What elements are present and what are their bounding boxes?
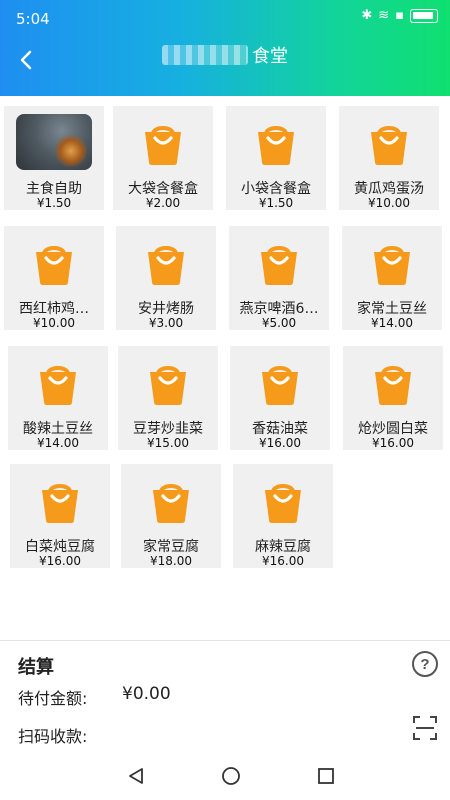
page-title-text: 食堂 (252, 46, 288, 67)
shopping-bag-icon (363, 118, 415, 170)
amount-label: 待付金额: (18, 689, 88, 708)
product-tile[interactable]: 燕京啤酒6… ¥5.00 (229, 226, 329, 330)
nav-recents-button[interactable] (314, 764, 338, 788)
product-tile[interactable]: 香菇油菜 ¥16.00 (230, 346, 330, 450)
product-tile[interactable]: 大袋含餐盒 ¥2.00 (113, 106, 213, 210)
product-price: ¥10.00 (33, 316, 75, 330)
product-name: 家常土豆丝 (357, 301, 427, 315)
shopping-bag-icon (254, 358, 306, 410)
product-tile[interactable]: 主食自助 ¥1.50 (4, 106, 104, 210)
product-tile[interactable]: 炝炒圆白菜 ¥16.00 (343, 346, 443, 450)
product-name: 大袋含餐盒 (128, 181, 198, 195)
product-name: 安井烤肠 (138, 301, 194, 315)
battery-icon (410, 8, 438, 23)
product-tile[interactable]: 白菜炖豆腐 ¥16.00 (10, 464, 110, 568)
bluetooth-icon: ✱ (361, 8, 373, 23)
shopping-bag-icon (253, 238, 305, 290)
checkout-panel: 结算 ? 待付金额: ¥0.00 扫码收款: (0, 640, 450, 750)
product-price: ¥16.00 (372, 436, 414, 450)
scan-label: 扫码收款: (18, 727, 88, 746)
status-bar: 5:04 ✱ ≋ ▪ (0, 0, 450, 36)
question-circle-icon[interactable]: ? (412, 651, 438, 677)
product-tile[interactable]: 豆芽炒韭菜 ¥15.00 (118, 346, 218, 450)
checkout-title: 结算 (18, 657, 54, 678)
shopping-bag-icon (32, 358, 84, 410)
product-tile[interactable]: 家常土豆丝 ¥14.00 (342, 226, 442, 330)
product-name: 白菜炖豆腐 (25, 539, 95, 553)
product-tile[interactable]: 小袋含餐盒 ¥1.50 (226, 106, 326, 210)
product-grid: 主食自助 ¥1.50 大袋含餐盒 ¥2.00 小袋含餐盒 ¥1.50 黄瓜鸡蛋汤 ¥10.00… (0, 96, 450, 636)
product-name: 黄瓜鸡蛋汤 (354, 181, 424, 195)
product-name: 西红柿鸡… (19, 301, 89, 315)
scan-frame-icon[interactable] (412, 715, 438, 741)
product-price: ¥14.00 (371, 316, 413, 330)
shopping-bag-icon (28, 238, 80, 290)
product-name: 小袋含餐盒 (241, 181, 311, 195)
product-tile[interactable]: 家常豆腐 ¥18.00 (121, 464, 221, 568)
product-name: 酸辣土豆丝 (23, 421, 93, 435)
product-name: 豆芽炒韭菜 (133, 421, 203, 435)
product-photo (16, 114, 92, 170)
product-name: 主食自助 (26, 180, 82, 195)
product-name: 家常豆腐 (143, 539, 199, 553)
product-price: ¥15.00 (147, 436, 189, 450)
shopping-bag-icon (34, 476, 86, 528)
product-price: ¥14.00 (37, 436, 79, 450)
shopping-bag-icon (250, 118, 302, 170)
circle-home-icon (222, 767, 240, 785)
product-price: ¥16.00 (262, 554, 304, 568)
product-tile[interactable]: 酸辣土豆丝 ¥14.00 (8, 346, 108, 450)
product-name: 炝炒圆白菜 (358, 421, 428, 435)
product-tile[interactable]: 西红柿鸡… ¥10.00 (4, 226, 104, 330)
shopping-bag-icon (367, 358, 419, 410)
page-title: 食堂 (0, 42, 450, 68)
alert-icon: ▪ (395, 8, 404, 23)
wifi-icon: ≋ (378, 8, 390, 23)
status-icons: ✱ ≋ ▪ (361, 8, 438, 23)
blurred-name (162, 45, 248, 65)
product-price: ¥2.00 (145, 196, 181, 210)
product-price: ¥5.00 (261, 316, 297, 330)
nav-home-button[interactable] (219, 764, 243, 788)
product-tile[interactable]: 黄瓜鸡蛋汤 ¥10.00 (339, 106, 439, 210)
app-header: 5:04 ✱ ≋ ▪ 食堂 (0, 0, 450, 96)
product-name: 香菇油菜 (252, 421, 308, 435)
product-price: ¥10.00 (368, 196, 410, 210)
product-tile[interactable]: 麻辣豆腐 ¥16.00 (233, 464, 333, 568)
shopping-bag-icon (145, 476, 197, 528)
product-name: 燕京啤酒6… (239, 301, 319, 315)
product-tile[interactable]: 安井烤肠 ¥3.00 (116, 226, 216, 330)
product-price: ¥18.00 (150, 554, 192, 568)
shopping-bag-icon (137, 118, 189, 170)
product-price: ¥1.50 (36, 196, 72, 210)
amount-value: ¥0.00 (122, 684, 171, 704)
shopping-bag-icon (142, 358, 194, 410)
square-recents-icon (318, 768, 334, 784)
system-nav-bar (0, 750, 450, 800)
shopping-bag-icon (366, 238, 418, 290)
product-price: ¥3.00 (148, 316, 184, 330)
shopping-bag-icon (257, 476, 309, 528)
shopping-bag-icon (140, 238, 192, 290)
nav-back-button[interactable] (124, 764, 148, 788)
product-price: ¥16.00 (259, 436, 301, 450)
product-price: ¥16.00 (39, 554, 81, 568)
status-time: 5:04 (16, 10, 50, 28)
product-name: 麻辣豆腐 (255, 539, 311, 553)
triangle-back-icon (129, 768, 143, 784)
product-price: ¥1.50 (258, 196, 294, 210)
